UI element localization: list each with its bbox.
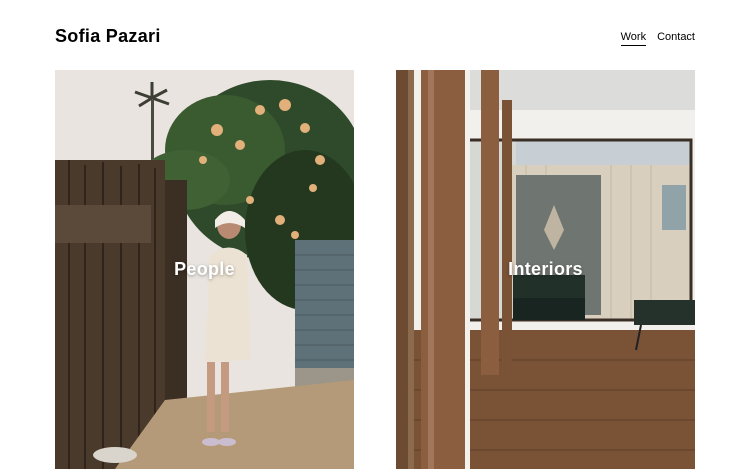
tile-label-people: People <box>174 259 235 279</box>
gallery-tile-people[interactable]: People <box>55 70 354 469</box>
nav-link-work[interactable]: Work <box>620 31 647 46</box>
tile-label-interiors: Interiors <box>508 259 583 279</box>
nav-link-contact[interactable]: Contact <box>657 31 695 46</box>
site-title[interactable]: Sofia Pazari <box>55 26 161 47</box>
gallery-tile-interiors[interactable]: Interiors <box>396 70 695 469</box>
main-nav: Work Contact <box>620 31 695 46</box>
